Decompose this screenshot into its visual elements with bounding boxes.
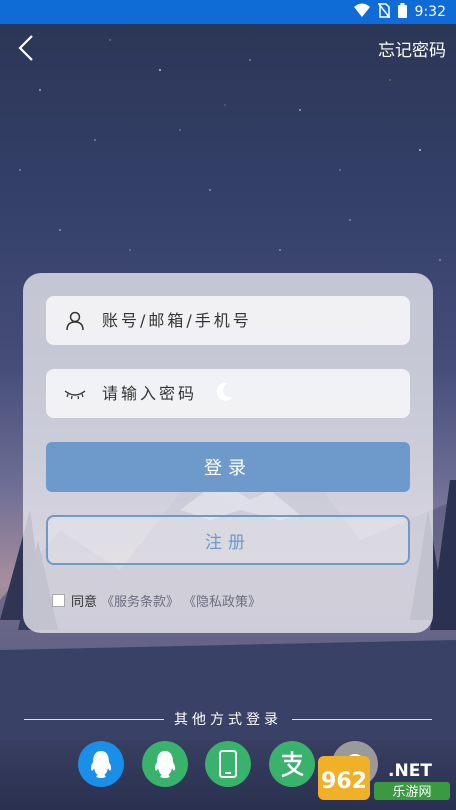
password-field[interactable] [46,369,410,418]
social-login-row [0,741,456,789]
status-bar: 9:32 [0,0,456,24]
wifi-icon [353,3,370,21]
other-login-title: 其他方式登录 [174,712,282,728]
battery-icon [397,2,407,22]
status-time: 9:32 [414,4,446,20]
phone-icon [219,750,237,778]
register-button[interactable]: 注册 [46,515,410,565]
alipay-icon [281,751,304,778]
divider-line [292,718,432,720]
moon-icon [216,382,234,406]
forgot-password-link[interactable]: 忘记密码 [378,36,446,61]
chevron-left-icon [18,35,33,61]
divider-line [24,718,164,720]
agree-label: 同意 [71,595,98,610]
account-input[interactable] [100,310,354,331]
user-icon [64,310,86,332]
agree-checkbox[interactable] [52,594,65,607]
back-button[interactable] [14,32,42,64]
no-sim-icon [376,2,391,22]
account-field[interactable] [46,296,410,345]
phone-login-button[interactable] [205,741,251,787]
qq-icon [90,751,112,778]
more-icon [345,754,365,774]
privacy-link[interactable]: 《隐私政策》 [183,591,261,610]
other-login-title-row: 其他方式登录 [0,709,456,729]
password-input[interactable] [100,383,214,404]
eye-closed-icon[interactable] [64,383,86,405]
more-login-button[interactable] [332,741,378,787]
terms-link[interactable]: 《服务条款》 [101,591,179,610]
alipay-login-button[interactable] [269,741,315,787]
login-button[interactable]: 登录 [46,442,410,492]
agreement-row: 同意 《服务条款》 《隐私政策》 [52,591,261,610]
qzone-login-button[interactable] [142,741,188,787]
qq-icon [154,751,176,778]
qq-login-button[interactable] [78,741,124,787]
login-card: 登录 注册 同意 《服务条款》 《隐私政策》 [23,273,433,633]
